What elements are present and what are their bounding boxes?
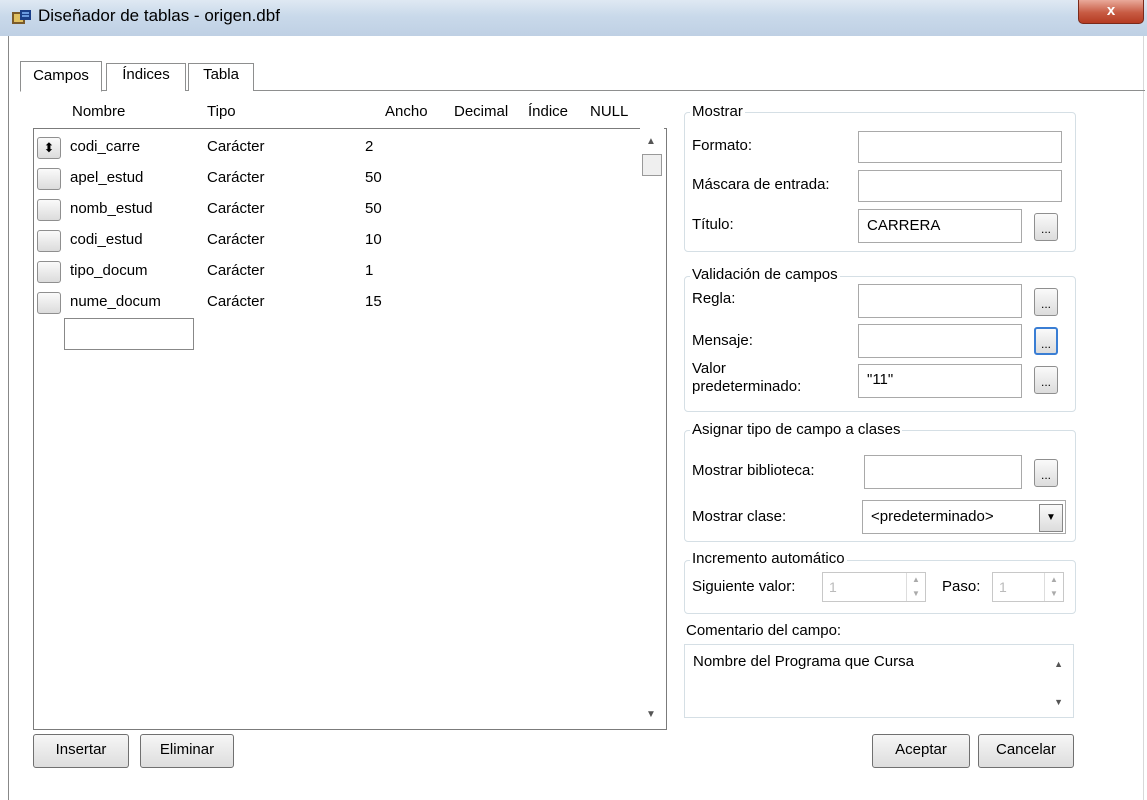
tab-label: Índices <box>122 66 170 83</box>
field-width[interactable]: 1 <box>365 262 373 279</box>
field-name[interactable]: apel_estud <box>70 169 143 186</box>
titulo-label: Título: <box>692 216 734 233</box>
field-name[interactable]: codi_carre <box>70 138 140 155</box>
siguiente-valor-label: Siguiente valor: <box>692 578 796 595</box>
column-header-indice: Índice <box>528 103 569 120</box>
eliminar-button[interactable]: Eliminar <box>140 734 234 768</box>
asignar-group-label: Asignar tipo de campo a clases <box>690 421 903 438</box>
tab-tabla[interactable]: Tabla <box>188 63 254 91</box>
close-icon: x <box>1106 2 1116 19</box>
tab-indices[interactable]: Índices <box>106 63 186 91</box>
spinner-arrows-icon[interactable]: ▲ ▼ <box>1044 573 1063 601</box>
paso-spinner[interactable]: 1 ▲ ▼ <box>992 572 1064 602</box>
row-selector-icon[interactable]: ⬍ <box>37 137 61 159</box>
column-header-nombre: Nombre <box>72 103 126 120</box>
valor-label-line1: Valor <box>692 360 726 377</box>
field-type[interactable]: Carácter <box>207 200 265 217</box>
scroll-up-icon[interactable]: ▲ <box>646 136 656 147</box>
mascara-label: Máscara de entrada: <box>692 176 830 193</box>
field-type[interactable]: Carácter <box>207 138 265 155</box>
field-row[interactable]: tipo_docum Carácter 1 <box>35 255 635 285</box>
table-designer-icon <box>12 10 31 24</box>
field-type[interactable]: Carácter <box>207 231 265 248</box>
scroll-up-icon[interactable]: ▲ <box>1054 659 1063 669</box>
regla-ellipsis-button[interactable]: ... <box>1034 288 1058 316</box>
field-type[interactable]: Carácter <box>207 262 265 279</box>
field-width[interactable]: 15 <box>365 293 382 310</box>
validacion-group-label: Validación de campos <box>690 266 840 283</box>
regla-label: Regla: <box>692 290 736 307</box>
paso-label: Paso: <box>942 578 981 595</box>
formato-field[interactable] <box>858 131 1062 163</box>
biblioteca-field[interactable] <box>864 455 1022 489</box>
window-frame-left <box>8 36 9 800</box>
titulo-field[interactable]: CARRERA <box>858 209 1022 243</box>
row-selector[interactable] <box>37 292 61 314</box>
field-name[interactable]: tipo_docum <box>70 262 148 279</box>
column-header-null: NULL <box>590 103 629 120</box>
window-title: Diseñador de tablas - origen.dbf <box>38 6 280 25</box>
cancelar-button[interactable]: Cancelar <box>978 734 1074 768</box>
field-row[interactable]: nume_docum Carácter 15 <box>35 286 635 316</box>
field-row[interactable]: nomb_estud Carácter 50 <box>35 193 635 223</box>
row-selector[interactable] <box>37 168 61 190</box>
tab-label: Tabla <box>203 66 239 83</box>
regla-field[interactable] <box>858 284 1022 318</box>
field-width[interactable]: 50 <box>365 169 382 186</box>
new-field-name-input[interactable] <box>64 318 194 350</box>
mostrar-group-label: Mostrar <box>690 103 745 120</box>
siguiente-valor-spinner[interactable]: 1 ▲ ▼ <box>822 572 926 602</box>
field-type[interactable]: Carácter <box>207 169 265 186</box>
field-name[interactable]: nomb_estud <box>70 200 153 217</box>
biblioteca-label: Mostrar biblioteca: <box>692 462 815 479</box>
field-width[interactable]: 10 <box>365 231 382 248</box>
clase-label: Mostrar clase: <box>692 508 787 525</box>
valor-label-line2: predeterminado: <box>692 378 802 395</box>
column-header-tipo: Tipo <box>207 103 236 120</box>
field-width[interactable]: 2 <box>365 138 373 155</box>
scroll-down-icon[interactable]: ▼ <box>646 709 656 720</box>
row-selector[interactable] <box>37 199 61 221</box>
field-name[interactable]: codi_estud <box>70 231 143 248</box>
field-row[interactable]: apel_estud Carácter 50 <box>35 162 635 192</box>
valor-ellipsis-button[interactable]: ... <box>1034 366 1058 394</box>
field-row[interactable]: codi_estud Carácter 10 <box>35 224 635 254</box>
scroll-down-icon[interactable]: ▼ <box>1054 697 1063 707</box>
field-row[interactable]: ⬍ codi_carre Carácter 2 <box>35 131 635 161</box>
comentario-label: Comentario del campo: <box>686 622 842 639</box>
tab-campos[interactable]: Campos <box>20 61 102 92</box>
column-header-ancho: Ancho <box>385 103 428 120</box>
column-header-decimal: Decimal <box>454 103 509 120</box>
titulo-ellipsis-button[interactable]: ... <box>1034 213 1058 241</box>
insertar-button[interactable]: Insertar <box>33 734 129 768</box>
aceptar-button[interactable]: Aceptar <box>872 734 970 768</box>
valor-predeterminado-field[interactable]: "11" <box>858 364 1022 398</box>
grid-scrollbar[interactable]: ▲ ▼ <box>640 128 664 728</box>
field-width[interactable]: 50 <box>365 200 382 217</box>
close-button[interactable]: x <box>1078 0 1144 24</box>
mensaje-field[interactable] <box>858 324 1022 358</box>
row-selector[interactable] <box>37 230 61 252</box>
mensaje-ellipsis-button[interactable]: ... <box>1034 327 1058 355</box>
scrollbar-thumb[interactable] <box>642 154 662 176</box>
row-selector[interactable] <box>37 261 61 283</box>
biblioteca-ellipsis-button[interactable]: ... <box>1034 459 1058 487</box>
mascara-field[interactable] <box>858 170 1062 202</box>
spinner-arrows-icon[interactable]: ▲ ▼ <box>906 573 925 601</box>
field-name[interactable]: nume_docum <box>70 293 161 310</box>
title-bar[interactable]: Diseñador de tablas - origen.dbf <box>0 0 1147 36</box>
chevron-down-icon[interactable]: ▼ <box>1039 504 1063 532</box>
incremento-group-label: Incremento automático <box>690 550 847 567</box>
comentario-textarea[interactable]: Nombre del Programa que Cursa ▲ ▼ <box>684 644 1074 718</box>
clase-select[interactable]: <predeterminado> ▼ <box>862 500 1066 534</box>
mensaje-label: Mensaje: <box>692 332 753 349</box>
formato-label: Formato: <box>692 137 753 154</box>
tab-label: Campos <box>33 67 89 84</box>
field-type[interactable]: Carácter <box>207 293 265 310</box>
